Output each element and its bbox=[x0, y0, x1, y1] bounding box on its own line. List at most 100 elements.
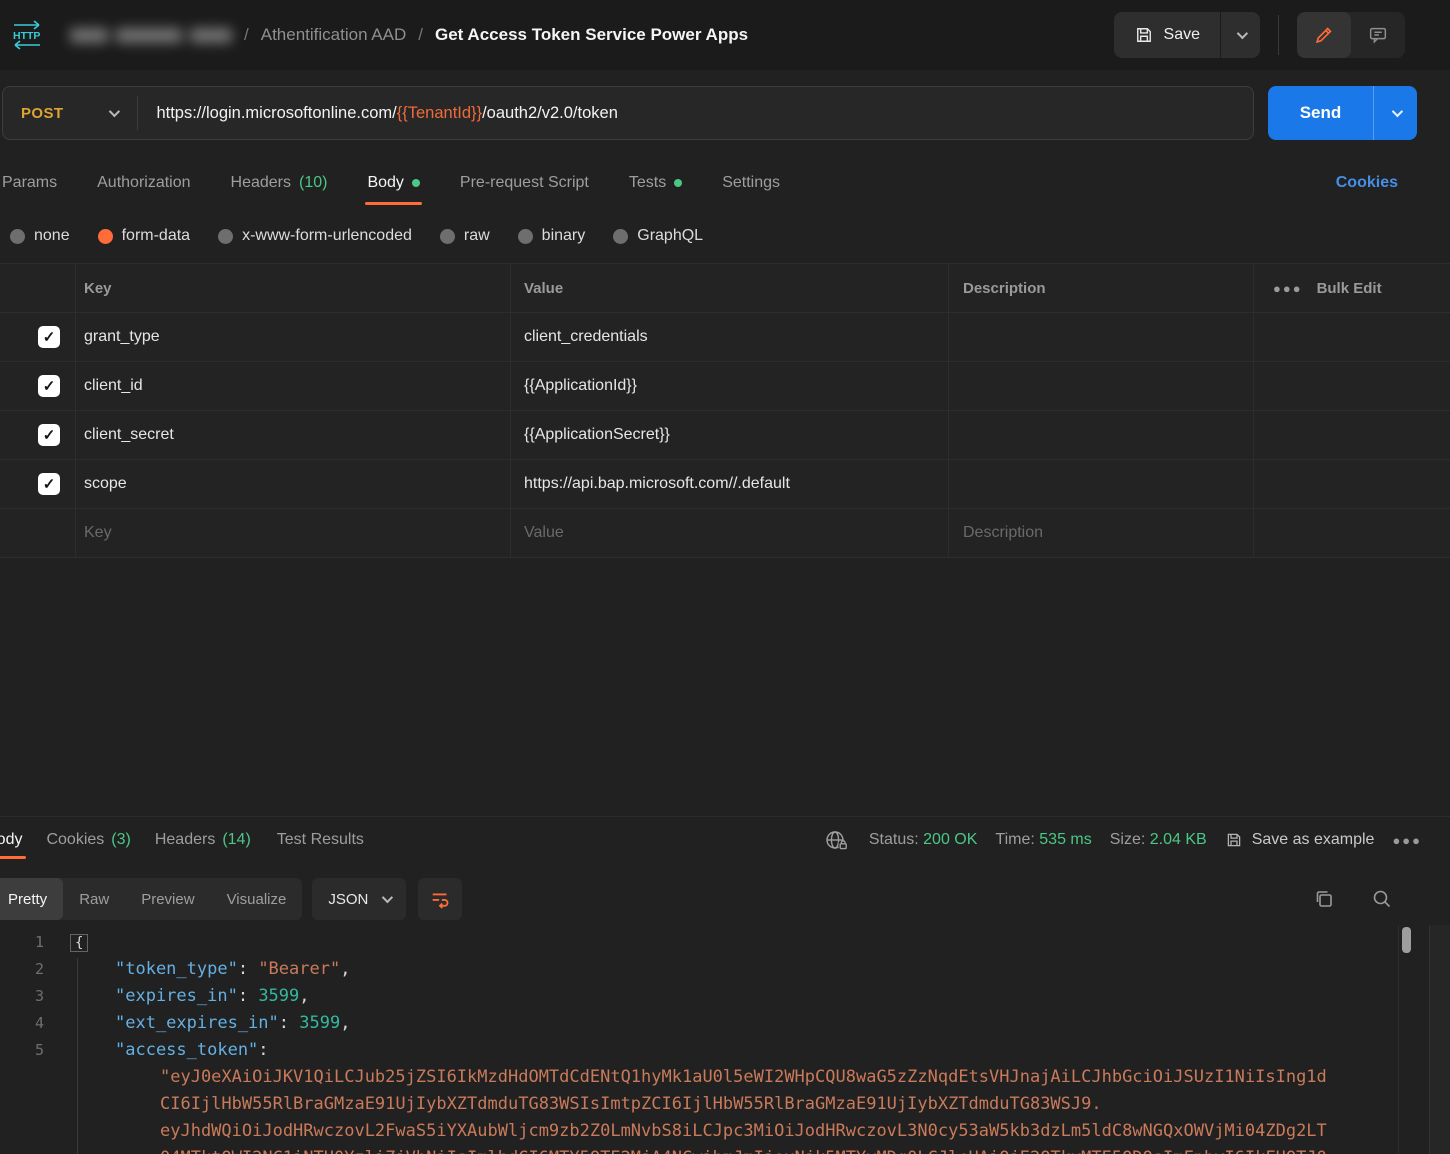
edit-request-button[interactable] bbox=[1297, 12, 1351, 58]
request-url-row: POST https://login.microsoftonline.com/{… bbox=[0, 84, 1450, 142]
code-panel-edge bbox=[1398, 925, 1399, 1154]
response-options-icon[interactable]: ●●● bbox=[1392, 833, 1422, 848]
mode-raw[interactable]: raw bbox=[440, 227, 490, 245]
format-dropdown[interactable]: JSON bbox=[312, 878, 406, 920]
save-button[interactable]: Save bbox=[1114, 12, 1220, 58]
description-cell[interactable] bbox=[948, 460, 1253, 508]
tests-dot bbox=[674, 179, 682, 187]
cookies-count-badge: (3) bbox=[111, 831, 131, 849]
code-line: 04MTktOWI2NC1iNTU0YzliZjVhNiIsImlhdCI6MT… bbox=[0, 1144, 1327, 1154]
tab-body[interactable]: Body bbox=[367, 174, 419, 192]
table-row: ✓ grant_type client_credentials bbox=[0, 313, 1450, 362]
mode-form-data[interactable]: form-data bbox=[98, 227, 190, 245]
chevron-down-icon bbox=[382, 892, 393, 903]
line-number: 2 bbox=[0, 960, 44, 978]
radio-icon bbox=[218, 229, 233, 244]
method-label: POST bbox=[21, 105, 63, 122]
table-row: ✓ scope https://api.bap.microsoft.com//.… bbox=[0, 460, 1450, 509]
row-checkbox-checked[interactable]: ✓ bbox=[38, 473, 60, 495]
breadcrumb-folder[interactable]: Athentification AAD bbox=[261, 25, 407, 45]
code-line: "eyJ0eXAiOiJKV1QiLCJub25jZSI6IkMzdHdOMTd… bbox=[0, 1063, 1327, 1090]
save-as-example-button[interactable]: Save as example bbox=[1225, 831, 1375, 849]
view-visualize[interactable]: Visualize bbox=[211, 878, 303, 920]
key-cell[interactable]: scope bbox=[75, 460, 510, 508]
wrap-lines-button[interactable] bbox=[418, 878, 462, 920]
globe-lock-icon[interactable] bbox=[824, 828, 851, 852]
code-line: eyJhdWQiOiJodHRwczovL2FwaS5iYXAubWljcm9z… bbox=[0, 1117, 1327, 1144]
view-pretty[interactable]: Pretty bbox=[0, 878, 63, 920]
tab-tests[interactable]: Tests bbox=[629, 174, 682, 192]
url-input[interactable]: https://login.microsoftonline.com/{{Tena… bbox=[138, 104, 617, 123]
response-tab-body[interactable]: Body bbox=[0, 831, 22, 849]
line-number: 1 bbox=[0, 933, 44, 951]
method-selector[interactable]: POST bbox=[3, 105, 137, 122]
response-tab-headers[interactable]: Headers(14) bbox=[155, 831, 251, 849]
comment-icon bbox=[1367, 24, 1389, 46]
form-data-table: Key Value Description ●●● Bulk Edit ✓ gra… bbox=[0, 263, 1450, 558]
description-cell[interactable] bbox=[948, 362, 1253, 410]
response-tab-test-results[interactable]: Test Results bbox=[277, 831, 364, 849]
description-cell[interactable] bbox=[948, 411, 1253, 459]
table-row-empty: Key Value Description bbox=[0, 509, 1450, 558]
view-raw[interactable]: Raw bbox=[63, 878, 125, 920]
row-checkbox-checked[interactable]: ✓ bbox=[38, 375, 60, 397]
column-header-key: Key bbox=[75, 264, 510, 312]
request-title[interactable]: Get Access Token Service Power Apps bbox=[435, 25, 748, 45]
row-checkbox-checked[interactable]: ✓ bbox=[38, 424, 60, 446]
mode-none[interactable]: none bbox=[10, 227, 70, 245]
svg-text:HTTP: HTTP bbox=[13, 30, 40, 42]
tab-authorization[interactable]: Authorization bbox=[97, 174, 190, 192]
cookies-link[interactable]: Cookies bbox=[1336, 174, 1398, 192]
value-cell[interactable]: https://api.bap.microsoft.com//.default bbox=[510, 460, 948, 508]
send-button-group: Send bbox=[1268, 86, 1417, 140]
key-cell[interactable]: client_id bbox=[75, 362, 510, 410]
response-code-lines: 1{2"token_type": "Bearer",3"expires_in":… bbox=[0, 928, 1327, 1154]
size-badge[interactable]: Size: 2.04 KB bbox=[1110, 831, 1207, 849]
response-tabs-bar: Body Cookies(3) Headers(14) Test Results… bbox=[0, 818, 1450, 862]
key-cell[interactable]: grant_type bbox=[75, 313, 510, 361]
view-preview[interactable]: Preview bbox=[125, 878, 210, 920]
column-header-value: Value bbox=[510, 264, 948, 312]
url-variable: {{TenantId}} bbox=[397, 104, 482, 122]
mode-graphql[interactable]: GraphQL bbox=[613, 227, 703, 245]
table-row: ✓ client_id {{ApplicationId}} bbox=[0, 362, 1450, 411]
tab-settings[interactable]: Settings bbox=[722, 174, 780, 192]
response-headers-count-badge: (14) bbox=[222, 831, 250, 849]
code-line: 5"access_token": bbox=[0, 1036, 1327, 1063]
http-method-icon: HTTP HTTP bbox=[10, 20, 44, 50]
breadcrumb: HTTP HTTP / Athentification AAD / Get Ac… bbox=[0, 20, 748, 50]
response-tab-cookies[interactable]: Cookies(3) bbox=[46, 831, 130, 849]
description-input-placeholder[interactable]: Description bbox=[948, 509, 1253, 557]
body-mode-selector: none form-data x-www-form-urlencoded raw… bbox=[0, 216, 1450, 256]
bulk-edit-button[interactable]: Bulk Edit bbox=[1317, 280, 1382, 297]
row-checkbox-checked[interactable]: ✓ bbox=[38, 326, 60, 348]
code-line: CI6IjlHbW55RlBraGMzaE91UjIybXZTdmduTG83W… bbox=[0, 1090, 1327, 1117]
column-options-icon[interactable]: ●●● bbox=[1273, 281, 1303, 296]
value-cell[interactable]: {{ApplicationId}} bbox=[510, 362, 948, 410]
copy-response-button[interactable] bbox=[1312, 887, 1336, 911]
response-body-json[interactable]: 1{2"token_type": "Bearer",3"expires_in":… bbox=[0, 925, 1450, 1154]
mode-binary[interactable]: binary bbox=[518, 227, 586, 245]
description-cell[interactable] bbox=[948, 313, 1253, 361]
tab-pre-request-script[interactable]: Pre-request Script bbox=[460, 174, 589, 192]
save-options-dropdown[interactable] bbox=[1220, 12, 1260, 58]
time-badge[interactable]: Time: 535 ms bbox=[995, 831, 1091, 849]
value-input-placeholder[interactable]: Value bbox=[510, 509, 948, 557]
headers-count-badge: (10) bbox=[299, 174, 327, 192]
value-cell[interactable]: client_credentials bbox=[510, 313, 948, 361]
key-cell[interactable]: client_secret bbox=[75, 411, 510, 459]
column-header-description: Description bbox=[948, 264, 1253, 312]
status-badge[interactable]: Status: 200 OK bbox=[869, 831, 978, 849]
value-cell[interactable]: {{ApplicationSecret}} bbox=[510, 411, 948, 459]
send-button[interactable]: Send bbox=[1268, 86, 1373, 140]
key-input-placeholder[interactable]: Key bbox=[75, 509, 510, 557]
tab-headers[interactable]: Headers(10) bbox=[231, 174, 328, 192]
comment-button[interactable] bbox=[1351, 12, 1405, 58]
search-response-button[interactable] bbox=[1370, 887, 1394, 911]
wrap-lines-icon bbox=[429, 888, 451, 910]
code-line: 2"token_type": "Bearer", bbox=[0, 955, 1327, 982]
tab-params[interactable]: Params bbox=[2, 174, 57, 192]
mode-x-www-form-urlencoded[interactable]: x-www-form-urlencoded bbox=[218, 227, 412, 245]
code-scrollbar-thumb[interactable] bbox=[1402, 927, 1411, 953]
send-options-dropdown[interactable] bbox=[1373, 86, 1417, 140]
